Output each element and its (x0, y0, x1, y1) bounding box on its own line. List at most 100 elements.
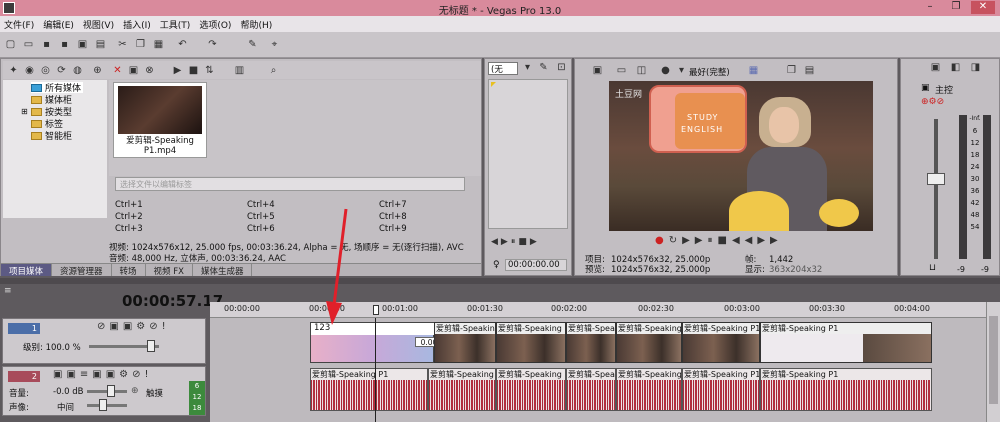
mixer-b-icon[interactable]: ◧ (949, 61, 962, 74)
volume-slider-handle[interactable] (107, 385, 115, 397)
preview-transport[interactable]: ●↻▶▶⏸■◀◀▶▶ (655, 235, 783, 246)
tree-tags[interactable]: 标签 (31, 118, 63, 130)
tree-smart-bins[interactable]: 智能柜 (31, 130, 72, 142)
quality-select[interactable]: 最好(完整) (689, 66, 730, 78)
views-icon[interactable]: ▥ (233, 64, 246, 77)
remove-icon[interactable]: ✕ (111, 64, 124, 77)
autoplay-icon[interactable]: ⇅ (203, 64, 216, 77)
save-frame-icon[interactable]: ▤ (803, 64, 816, 77)
copy-icon[interactable]: ❐ (134, 38, 147, 51)
lock-icon[interactable]: ⊔ (929, 263, 936, 273)
tab-explorer[interactable]: 资源管理器 (52, 264, 112, 277)
monitor-icon[interactable]: ▭ (615, 64, 628, 77)
level-slider-handle[interactable] (147, 340, 155, 352)
tab-transitions[interactable]: 转场 (112, 264, 146, 277)
audio-clip[interactable]: 爱剪辑-Speaking P1 (760, 368, 932, 411)
video-clip[interactable]: 爱剪辑-Speaking P1 (682, 322, 760, 363)
refresh-icon[interactable]: ⟳ (55, 64, 68, 77)
globe-icon[interactable]: ⊕ (91, 64, 104, 77)
copy-frame-icon[interactable]: ❐ (785, 64, 798, 77)
menu-edit[interactable]: 编辑(E) (43, 18, 74, 31)
save-as-icon[interactable]: ▪ (58, 38, 71, 51)
video-clip[interactable]: 爱剪辑-Speaking P1 (616, 322, 682, 363)
tree-by-type[interactable]: 按类型 (31, 106, 72, 118)
trim-b-icon[interactable]: ⊡ (555, 61, 568, 74)
yellow-chair (729, 191, 789, 231)
play-media-icon[interactable]: ▶ (171, 64, 184, 77)
undo-icon[interactable]: ↶ (176, 38, 189, 51)
menu-tools[interactable]: 工具(T) (160, 18, 191, 31)
search-media-icon[interactable]: ◍ (71, 64, 84, 77)
master-button-icon[interactable]: ▣ (921, 83, 930, 93)
menu-options[interactable]: 选项(O) (199, 18, 231, 31)
overlay-icon[interactable]: ● (659, 64, 672, 77)
video-clip[interactable]: 爱剪辑-Speaking P1 (496, 322, 566, 363)
save-icon[interactable]: ▪ (40, 38, 53, 51)
preview-properties-icon[interactable]: ▣ (591, 64, 604, 77)
trim-a-icon[interactable]: ✎ (537, 61, 550, 74)
audio-clip[interactable]: 爱剪辑-Speaking P1 (496, 368, 566, 411)
tab-media-generators[interactable]: 媒体生成器 (193, 264, 253, 277)
menu-help[interactable]: 帮助(H) (240, 18, 272, 31)
pan-slider-handle[interactable] (99, 399, 107, 411)
open-icon[interactable]: ▭ (22, 38, 35, 51)
chain-icon[interactable]: ⊗ (143, 64, 156, 77)
web-icon[interactable]: ◎ (39, 64, 52, 77)
menu-file[interactable]: 文件(F) (4, 18, 34, 31)
playhead-marker[interactable] (373, 305, 379, 315)
audio-clip[interactable]: 爱剪辑-Speaking P1 (428, 368, 496, 411)
stop-media-icon[interactable]: ■ (187, 64, 200, 77)
paste-icon[interactable]: ▦ (152, 38, 165, 51)
render-icon[interactable]: ▣ (76, 38, 89, 51)
video-clip[interactable]: 爱剪辑-Speaking P1 (434, 322, 496, 363)
mixer-c-icon[interactable]: ◨ (969, 61, 982, 74)
grid-icon[interactable]: ▦ (747, 64, 760, 77)
trimmer-select[interactable]: (无 (488, 62, 518, 75)
split-icon[interactable]: ◫ (635, 64, 648, 77)
new-icon[interactable]: ▢ (4, 38, 17, 51)
audio-clip[interactable]: 爱剪辑-Speaking P1 (310, 368, 428, 411)
audio-clip[interactable]: 爱剪辑-Speaking P1 (616, 368, 682, 411)
mic-icon: ♀ (493, 260, 500, 270)
collapse-icon[interactable]: ≡ (4, 286, 12, 296)
fx-knob-icon[interactable]: ⊕⚙⊘ (921, 97, 944, 107)
master-fader-handle[interactable] (927, 173, 945, 185)
cut-icon[interactable]: ✂ (116, 38, 129, 51)
audio-track-buttons[interactable]: ▣▣≡▣▣⚙⊘! (53, 369, 153, 380)
automation-mode[interactable]: 触摸 (146, 387, 163, 399)
expand-icon[interactable]: ⊞ (21, 107, 28, 116)
trimmer-view[interactable] (488, 79, 568, 229)
video-clip[interactable]: 爱剪辑-Speaking P1 (566, 322, 616, 363)
brush-icon[interactable]: ✎ (246, 38, 259, 51)
dropdown-icon[interactable]: ▾ (675, 64, 688, 77)
trimmer-transport[interactable]: ◀▶⏸■▶ (491, 237, 540, 247)
media-thumbnail[interactable]: 爱剪辑-Speaking P1.mp4 (113, 82, 207, 158)
import-icon[interactable]: ✦ (7, 64, 20, 77)
capture-icon[interactable]: ◉ (23, 64, 36, 77)
redo-icon[interactable]: ↷ (206, 38, 219, 51)
video-frame[interactable]: STUDY ENGLISH 土豆网 (609, 81, 873, 231)
menu-insert[interactable]: 插入(I) (123, 18, 151, 31)
audio-clip[interactable]: 爱剪辑-Speaking P1 (566, 368, 616, 411)
inspect-icon[interactable]: ⌖ (268, 38, 281, 51)
video-track-buttons[interactable]: ⊘▣▣⚙⊘! (97, 321, 170, 332)
tab-video-fx[interactable]: 视频 FX (146, 264, 193, 277)
timeline-vertical-scrollbar[interactable] (986, 302, 1000, 422)
maximize-button[interactable]: ❐ (944, 1, 968, 14)
dropdown-icon[interactable]: ▾ (521, 61, 534, 74)
close-button[interactable]: ✕ (971, 1, 995, 14)
tab-project-media[interactable]: 项目媒体 (1, 264, 53, 277)
zoom-icon[interactable]: ⌕ (267, 64, 280, 77)
video-clip[interactable]: 爱剪辑-Speaking P1 (760, 322, 932, 363)
tree-all-media[interactable]: 所有媒体 (31, 82, 84, 94)
scrollbar-thumb[interactable] (989, 316, 998, 404)
playhead-line[interactable] (375, 318, 376, 422)
minimize-button[interactable]: – (918, 1, 942, 14)
menu-view[interactable]: 视图(V) (83, 18, 114, 31)
properties-icon[interactable]: ▤ (94, 38, 107, 51)
audio-clip[interactable]: 爱剪辑-Speaking P1 (682, 368, 760, 411)
tree-media-bins[interactable]: 媒体柜 (31, 94, 72, 106)
mixer-a-icon[interactable]: ▣ (929, 61, 942, 74)
fx-icon[interactable]: ▣ (127, 64, 140, 77)
tag-input[interactable]: 选择文件以编辑标签 (115, 177, 465, 191)
